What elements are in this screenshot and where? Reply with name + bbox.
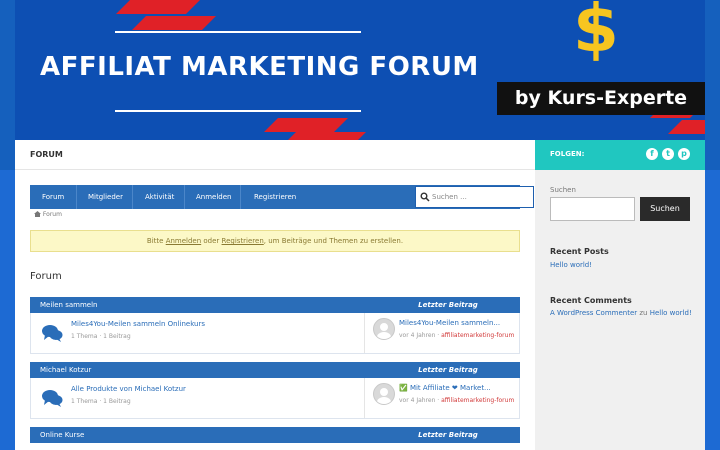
last-post-author[interactable]: affiliatemarketing-forum — [441, 332, 514, 339]
sidebar-search-label: Suchen — [550, 186, 576, 194]
forum-search[interactable] — [415, 186, 534, 208]
breadcrumb: Forum — [34, 211, 62, 218]
follow-bar: FOLGEN: f t p — [535, 140, 705, 170]
category-name[interactable]: Online Kurse — [40, 427, 84, 443]
forum-nav: Forum Mitglieder Aktivität Anmelden Regi… — [30, 185, 534, 209]
banner-line-top — [115, 31, 361, 33]
nav-item-registrieren[interactable]: Registrieren — [254, 185, 296, 209]
notice-text: Bitte — [146, 237, 166, 245]
header-banner[interactable]: AFFILIAT MARKETING FORUM $ by Kurs-Exper… — [15, 0, 705, 140]
comment-on-text: zu — [637, 309, 650, 317]
page-title: FORUM — [30, 150, 63, 159]
login-link[interactable]: Anmelden — [166, 237, 201, 245]
register-link[interactable]: Registrieren — [222, 237, 264, 245]
last-post-author[interactable]: affiliatemarketing-forum — [441, 397, 514, 404]
forum-meta: 1 Thema · 1 Beitrag — [71, 398, 131, 405]
chat-bubbles-icon — [42, 390, 63, 407]
last-post-link[interactable]: Miles4You-Meilen sammeln... — [399, 319, 500, 327]
last-post-time: vor 4 Jahren · — [399, 397, 442, 404]
recent-post-link[interactable]: Hello world! — [550, 259, 695, 271]
recent-posts-title: Recent Posts — [550, 247, 609, 256]
nav-item-aktivitaet[interactable]: Aktivität — [145, 185, 174, 209]
last-post-label: Letzter Beitrag — [418, 431, 478, 439]
last-post-label: Letzter Beitrag — [418, 366, 478, 374]
category-name[interactable]: Meilen sammeln — [40, 297, 97, 313]
sidebar-search-input[interactable] — [550, 197, 635, 221]
avatar[interactable] — [373, 383, 395, 405]
notice-text-end: , um Beiträge und Themen zu erstellen. — [263, 237, 404, 245]
dollar-icon: $ — [573, 0, 619, 67]
forum-row: Alle Produkte von Michael Kotzur 1 Thema… — [30, 378, 520, 419]
nav-item-anmelden[interactable]: Anmelden — [196, 185, 231, 209]
pinterest-icon[interactable]: p — [678, 148, 690, 160]
breadcrumb-forum[interactable]: Forum — [43, 211, 62, 218]
main-content: FORUM Forum Mitglieder Aktivität Anmelde… — [15, 140, 535, 450]
chat-bubbles-icon — [42, 325, 63, 342]
search-icon — [420, 192, 430, 202]
comment-author-link[interactable]: A WordPress Commenter — [550, 309, 637, 317]
nav-item-mitglieder[interactable]: Mitglieder — [88, 185, 123, 209]
avatar[interactable] — [373, 318, 395, 340]
facebook-icon[interactable]: f — [646, 148, 658, 160]
notice-text-mid: oder — [201, 237, 222, 245]
last-post-time: vor 4 Jahren · — [399, 332, 442, 339]
sidebar: FOLGEN: f t p Suchen Suchen Recent Posts… — [535, 140, 705, 450]
category-header: Online Kurse Letzter Beitrag — [30, 427, 520, 443]
category-header: Michael Kotzur Letzter Beitrag — [30, 362, 520, 378]
nav-item-forum[interactable]: Forum — [42, 185, 64, 209]
banner-line-bottom — [115, 110, 361, 112]
forum-meta: 1 Thema · 1 Beitrag — [71, 333, 131, 340]
forum-title-link[interactable]: Alle Produkte von Michael Kotzur — [71, 385, 186, 393]
login-notice: Bitte Anmelden oder Registrieren, um Bei… — [30, 230, 520, 252]
last-post-meta: vor 4 Jahren · affiliatemarketing-forum — [399, 397, 514, 404]
sidebar-search-button[interactable]: Suchen — [640, 197, 690, 221]
forum-heading: Forum — [30, 271, 62, 282]
banner-byline: by Kurs-Experte — [497, 82, 705, 115]
page-header: FORUM — [15, 140, 535, 170]
forum-search-input[interactable] — [432, 190, 527, 204]
category-name[interactable]: Michael Kotzur — [40, 362, 91, 378]
recent-comment: A WordPress Commenter zu Hello world! — [550, 307, 695, 319]
telegram-icon[interactable]: t — [662, 148, 674, 160]
recent-comments-title: Recent Comments — [550, 296, 632, 305]
last-post-meta: vor 4 Jahren · affiliatemarketing-forum — [399, 332, 514, 339]
category-header: Meilen sammeln Letzter Beitrag — [30, 297, 520, 313]
last-post-link[interactable]: ✅ Mit Affiliate ❤ Market... — [399, 384, 491, 392]
comment-post-link[interactable]: Hello world! — [650, 309, 692, 317]
forum-row: Miles4You-Meilen sammeln Onlinekurs 1 Th… — [30, 313, 520, 354]
home-icon — [34, 211, 41, 217]
last-post-label: Letzter Beitrag — [418, 301, 478, 309]
forum-title-link[interactable]: Miles4You-Meilen sammeln Onlinekurs — [71, 320, 205, 328]
follow-label: FOLGEN: — [550, 150, 585, 158]
banner-title: AFFILIAT MARKETING FORUM — [40, 52, 479, 82]
